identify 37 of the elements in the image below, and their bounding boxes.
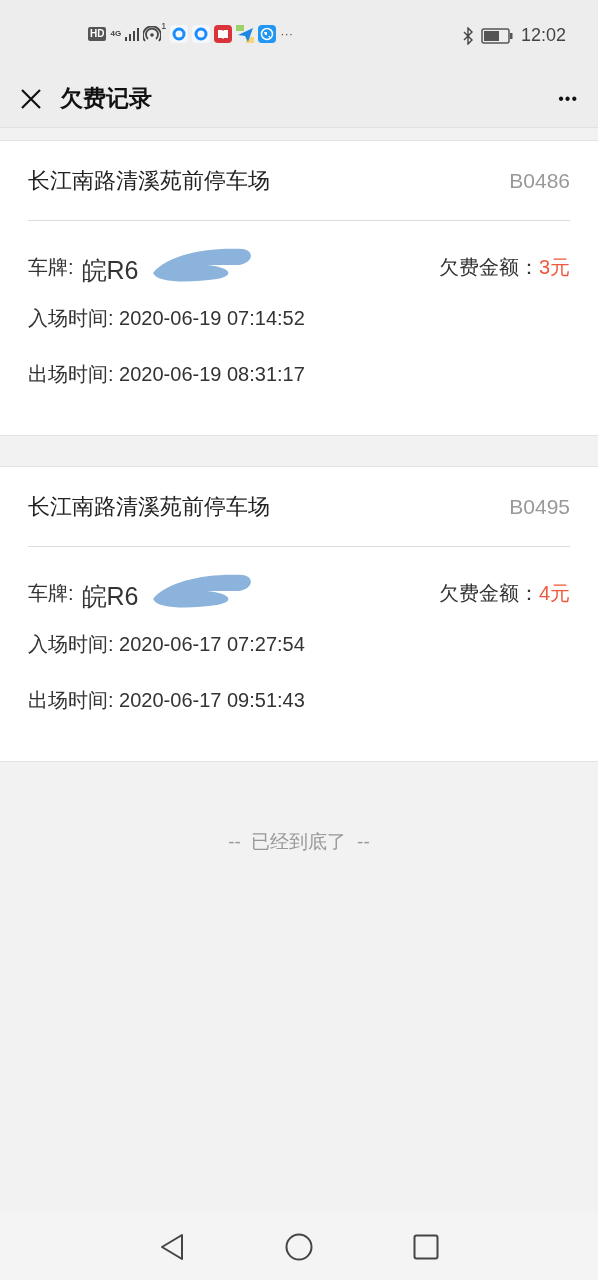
paper-plane-icon [236,24,255,43]
globe-icon [258,24,277,43]
network-type: 4G [110,29,122,38]
plate-number: 皖R6 [81,258,139,283]
clock: 12:02 [520,24,566,47]
page-title: 欠费记录 [60,84,152,114]
parking-lot-name: 长江南路清溪苑前停车场 [28,167,270,195]
bluetooth-icon [462,26,473,45]
hotspot-icon [143,25,162,42]
amount-label: 欠费金额： [438,255,539,280]
hotspot-count: 1 [161,22,167,31]
exit-time: 出场时间: 2020-06-19 08:31:17 [28,362,306,387]
exit-time: 出场时间: 2020-06-17 09:51:43 [28,688,306,713]
more-button[interactable]: ••• [558,86,578,111]
amount-value: 3元 [538,255,570,280]
entry-time: 入场时间: 2020-06-19 07:14:52 [28,306,306,331]
app-icon [170,24,189,43]
entry-time: 入场时间: 2020-06-17 07:27:54 [28,632,306,657]
record-code: B0486 [509,167,570,194]
parking-lot-name: 长江南路清溪苑前停车场 [28,493,270,521]
end-of-list-note: -- 已经到底了 -- [227,830,371,854]
amount-label: 欠费金额： [438,581,539,606]
amount-value: 4元 [538,581,570,606]
more-notifications: ··· [280,25,294,43]
plate-number: 皖R6 [81,584,139,609]
app-icon [192,24,211,43]
home-nav-icon[interactable] [285,1232,313,1261]
plate-label: 车牌: [28,255,74,280]
record-code: B0495 [509,493,570,520]
battery-icon [480,27,513,44]
hd-badge: HD [88,26,107,41]
close-button[interactable] [20,87,42,110]
plate-label: 车牌: [28,581,74,606]
book-icon [214,24,233,43]
recents-nav-icon[interactable] [413,1233,439,1260]
signal-icon [125,26,140,41]
back-nav-icon[interactable] [159,1232,185,1261]
